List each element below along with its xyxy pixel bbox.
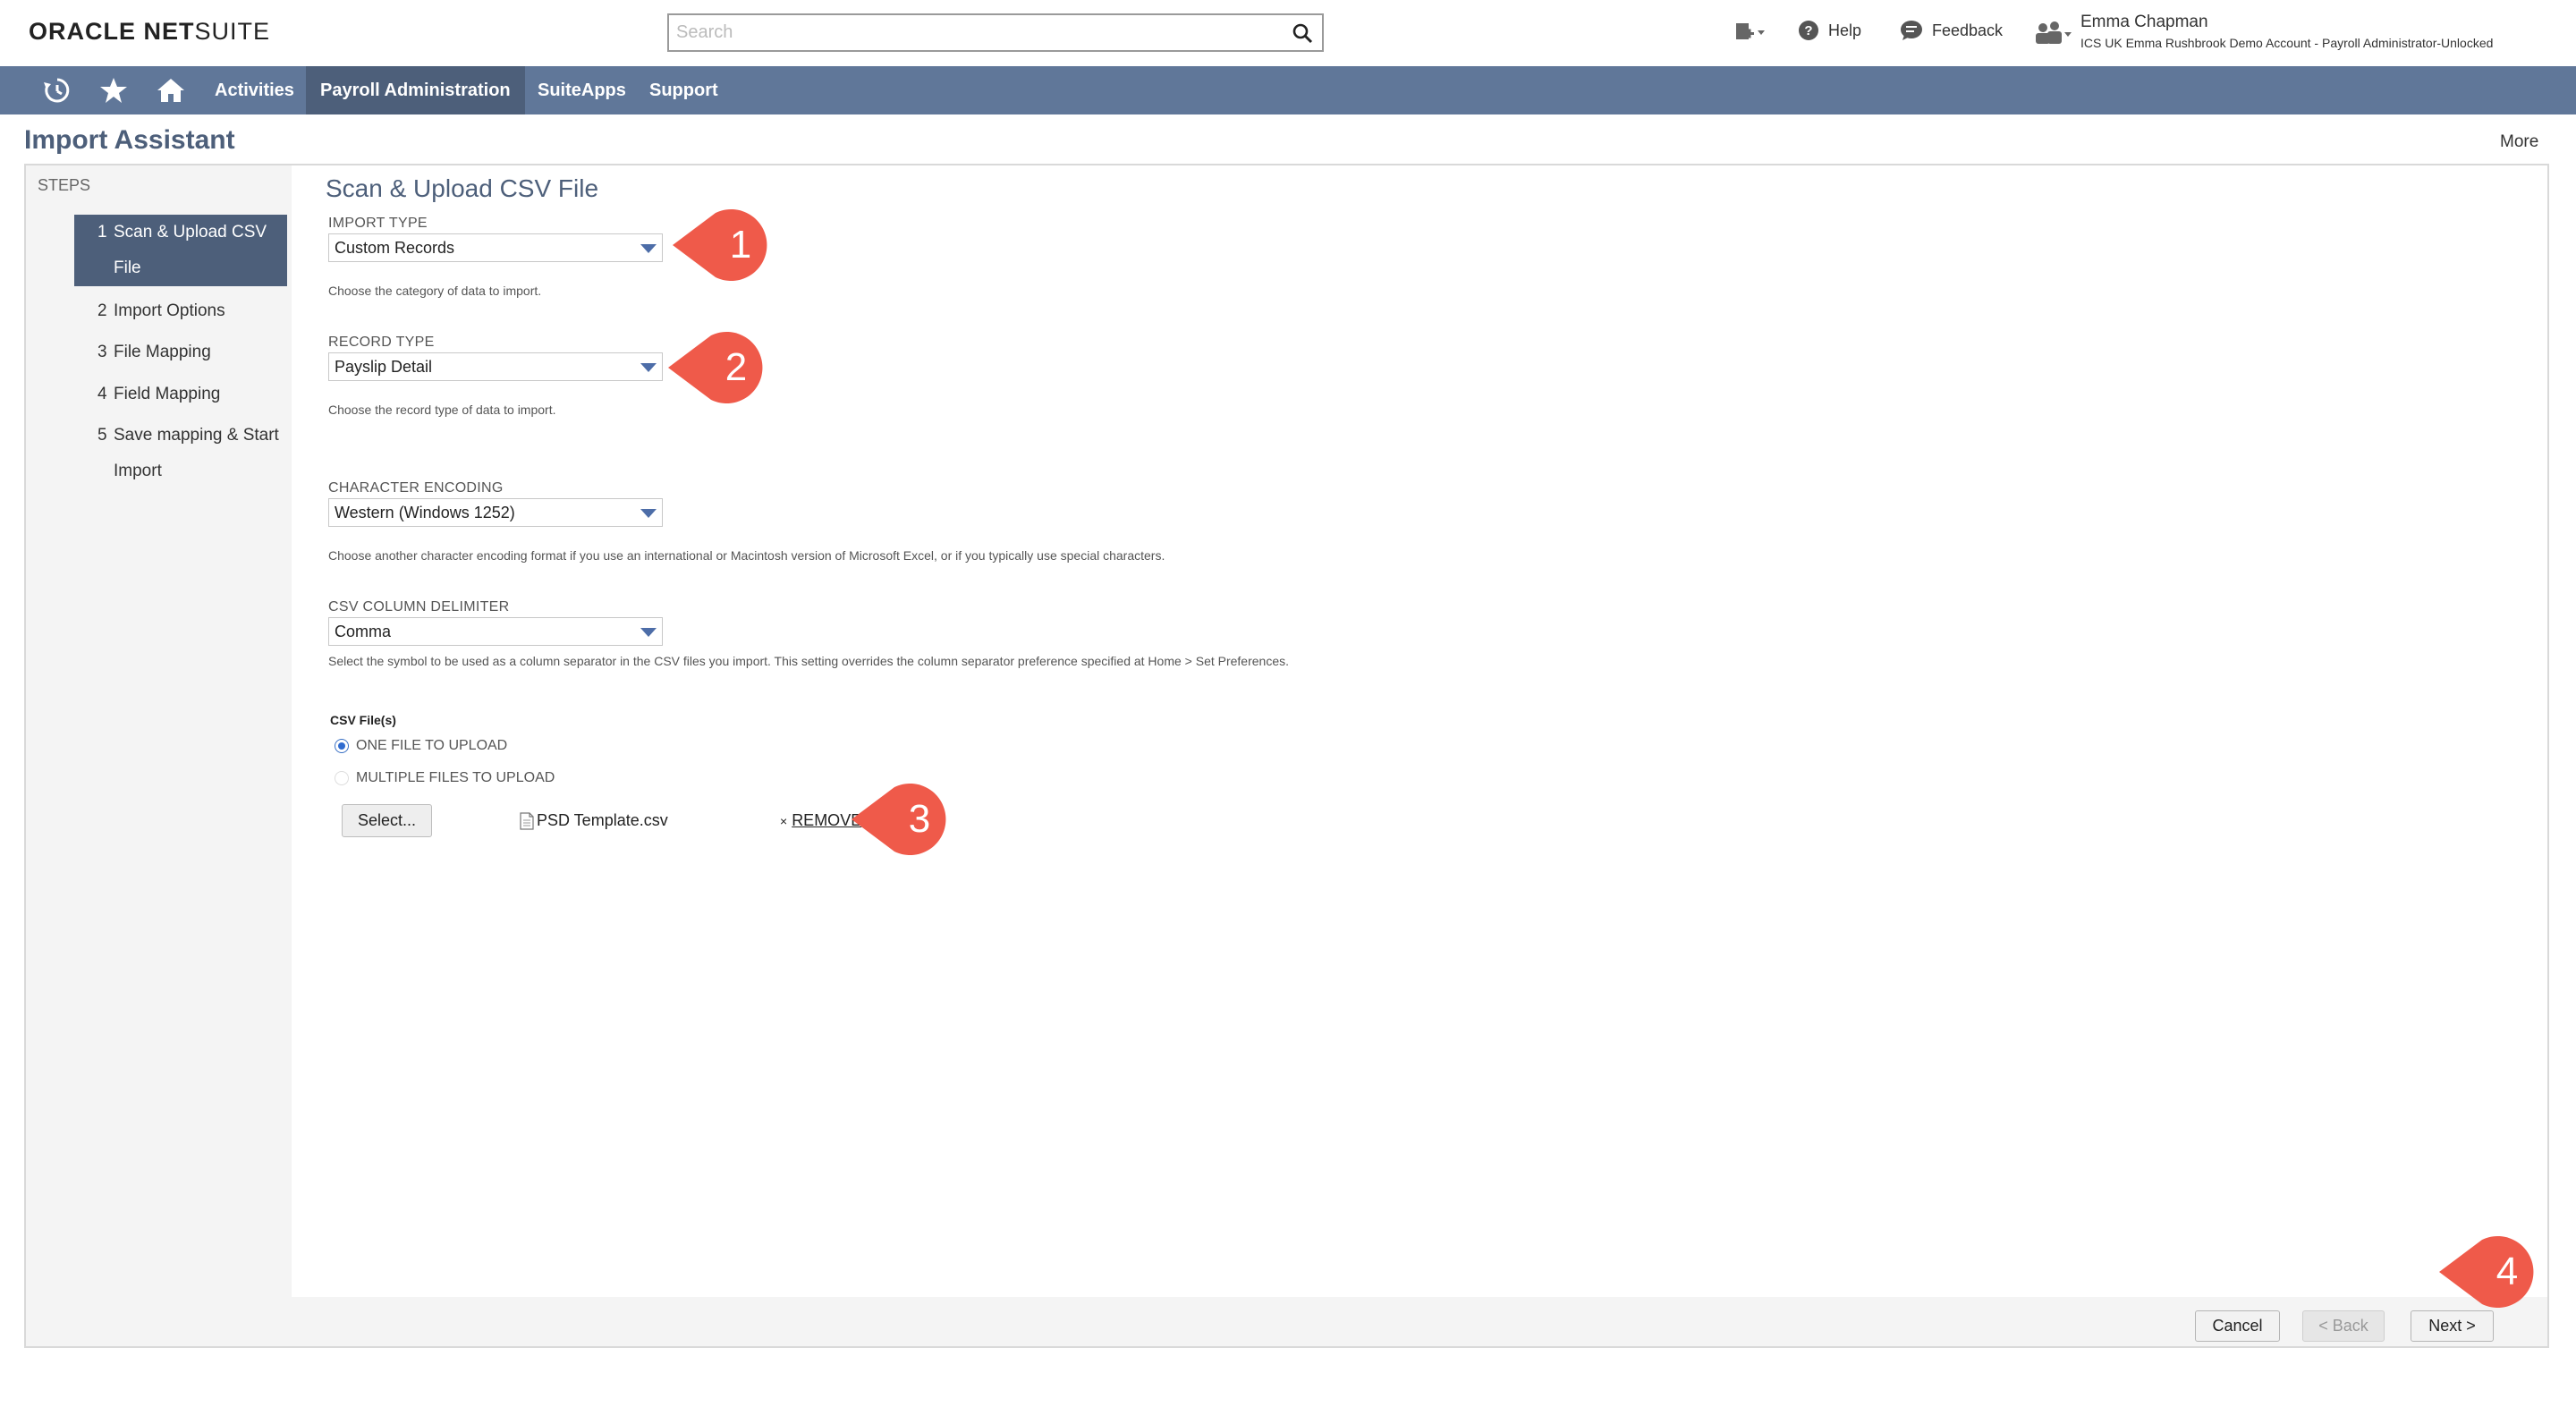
csv-files-label: CSV File(s) [330, 713, 396, 727]
record-type-label: RECORD TYPE [328, 335, 435, 350]
one-file-option[interactable]: ONE FILE TO UPLOAD [335, 738, 507, 754]
import-type-value: Custom Records [335, 239, 455, 257]
step-save-mapping-start-import[interactable]: 5 Save mapping & Start Import [74, 418, 287, 489]
user-menu[interactable]: Emma Chapman ICS UK Emma Rushbrook Demo … [2032, 13, 2493, 50]
netsuite-logo[interactable]: ORACLE NETSUITE [29, 18, 270, 46]
footer-button-bar [26, 1297, 2547, 1346]
remove-x-icon: × [780, 814, 788, 828]
step-number: 1 [97, 223, 107, 242]
roles-icon [2036, 21, 2072, 44]
step-file-mapping[interactable]: 3 File Mapping [74, 335, 287, 370]
step-number: 4 [97, 385, 107, 403]
nav-support[interactable]: Support [635, 66, 733, 114]
nav-activities[interactable]: Activities [200, 66, 309, 114]
cancel-button[interactable]: Cancel [2195, 1310, 2280, 1342]
search-icon[interactable] [1292, 22, 1313, 44]
callout-marker-3: 3 [852, 784, 946, 855]
nav-suiteapps[interactable]: SuiteApps [523, 66, 640, 114]
step-label: Import Options [114, 301, 225, 320]
multiple-files-radio[interactable] [335, 771, 349, 785]
step-scan-upload[interactable]: 1 Scan & Upload CSV File [74, 215, 287, 286]
back-button[interactable]: < Back [2302, 1310, 2385, 1342]
character-encoding-value: Western (Windows 1252) [335, 504, 515, 521]
step-import-options[interactable]: 2 Import Options [74, 293, 287, 329]
import-type-label: IMPORT TYPE [328, 216, 428, 231]
more-menu-link[interactable]: More [2500, 132, 2538, 152]
step-number: 2 [97, 301, 107, 320]
steps-heading: STEPS [38, 176, 91, 194]
csv-delimiter-value: Comma [335, 623, 392, 640]
record-type-help: Choose the record type of data to import… [328, 403, 556, 417]
feedback-label: Feedback [1932, 21, 2004, 39]
import-type-help: Choose the category of data to import. [328, 284, 542, 298]
help-label: Help [1828, 21, 1862, 39]
callout-marker-2: 2 [668, 332, 763, 403]
step-number: 5 [97, 426, 107, 445]
user-name: Emma Chapman [2080, 13, 2208, 31]
global-search-box [667, 13, 1324, 52]
import-assistant-frame: STEPS 1 Scan & Upload CSV File 2 Import … [24, 164, 2549, 1348]
help-link[interactable]: ? Help [1798, 20, 1861, 41]
create-new-icon [1736, 23, 1765, 39]
csv-delimiter-help: Select the symbol to be used as a column… [328, 654, 1290, 668]
nav-payroll-administration[interactable]: Payroll Administration [306, 66, 525, 114]
uploaded-file: PSD Template.csv [520, 811, 668, 830]
step-number: 3 [97, 343, 107, 361]
callout-number: 4 [2496, 1250, 2518, 1293]
multiple-files-option[interactable]: MULTIPLE FILES TO UPLOAD [335, 770, 555, 786]
chevron-down-icon [640, 363, 657, 372]
csv-delimiter-label: CSV COLUMN DELIMITER [328, 599, 510, 615]
section-title: Scan & Upload CSV File [326, 174, 599, 202]
callout-number: 1 [730, 223, 751, 267]
one-file-label: ONE FILE TO UPLOAD [356, 738, 508, 753]
callout-number: 2 [725, 345, 747, 389]
character-encoding-select[interactable]: Western (Windows 1252) [328, 498, 663, 527]
page-title: Import Assistant [24, 125, 235, 155]
callout-marker-1: 1 [673, 209, 767, 281]
character-encoding-help: Choose another character encoding format… [328, 548, 1165, 563]
recent-records-icon[interactable] [43, 77, 72, 104]
character-encoding-label: CHARACTER ENCODING [328, 480, 504, 496]
record-type-select[interactable]: Payslip Detail [328, 352, 663, 381]
step-label: File Mapping [114, 343, 211, 361]
document-icon [520, 811, 534, 830]
feedback-link[interactable]: Feedback [1900, 20, 2003, 41]
step-field-mapping[interactable]: 4 Field Mapping [74, 377, 287, 412]
main-navigation: Activities Payroll Administration SuiteA… [0, 66, 2576, 114]
search-input[interactable] [669, 15, 1259, 50]
top-header: ORACLE NETSUITE ? Help Feedback [0, 0, 2576, 66]
step-label: Field Mapping [114, 385, 221, 403]
chevron-down-icon [640, 509, 657, 518]
shortcuts-star-icon[interactable] [99, 77, 128, 104]
multiple-files-label: MULTIPLE FILES TO UPLOAD [356, 770, 555, 785]
step-label: Scan & Upload CSV File [114, 223, 267, 277]
import-type-select[interactable]: Custom Records [328, 233, 663, 262]
callout-marker-4: 4 [2439, 1236, 2534, 1308]
record-type-value: Payslip Detail [335, 358, 433, 376]
svg-text:?: ? [1804, 23, 1812, 38]
chevron-down-icon [640, 628, 657, 637]
select-file-button[interactable]: Select... [342, 804, 432, 837]
home-icon[interactable] [157, 77, 185, 104]
steps-sidebar: STEPS 1 Scan & Upload CSV File 2 Import … [26, 165, 292, 1297]
chevron-down-icon [640, 244, 657, 253]
help-icon: ? [1799, 21, 1818, 40]
scan-upload-form: Scan & Upload CSV File IMPORT TYPE Custo… [292, 165, 2547, 1297]
step-label: Save mapping & Start Import [114, 426, 279, 480]
feedback-icon [1901, 21, 1922, 40]
create-new-menu[interactable] [1733, 20, 1775, 45]
file-name: PSD Template.csv [537, 811, 668, 829]
next-button[interactable]: Next > [2411, 1310, 2494, 1342]
callout-number: 3 [909, 797, 930, 841]
one-file-radio[interactable] [335, 739, 349, 753]
user-account-role: ICS UK Emma Rushbrook Demo Account - Pay… [2080, 36, 2494, 50]
csv-delimiter-select[interactable]: Comma [328, 617, 663, 646]
